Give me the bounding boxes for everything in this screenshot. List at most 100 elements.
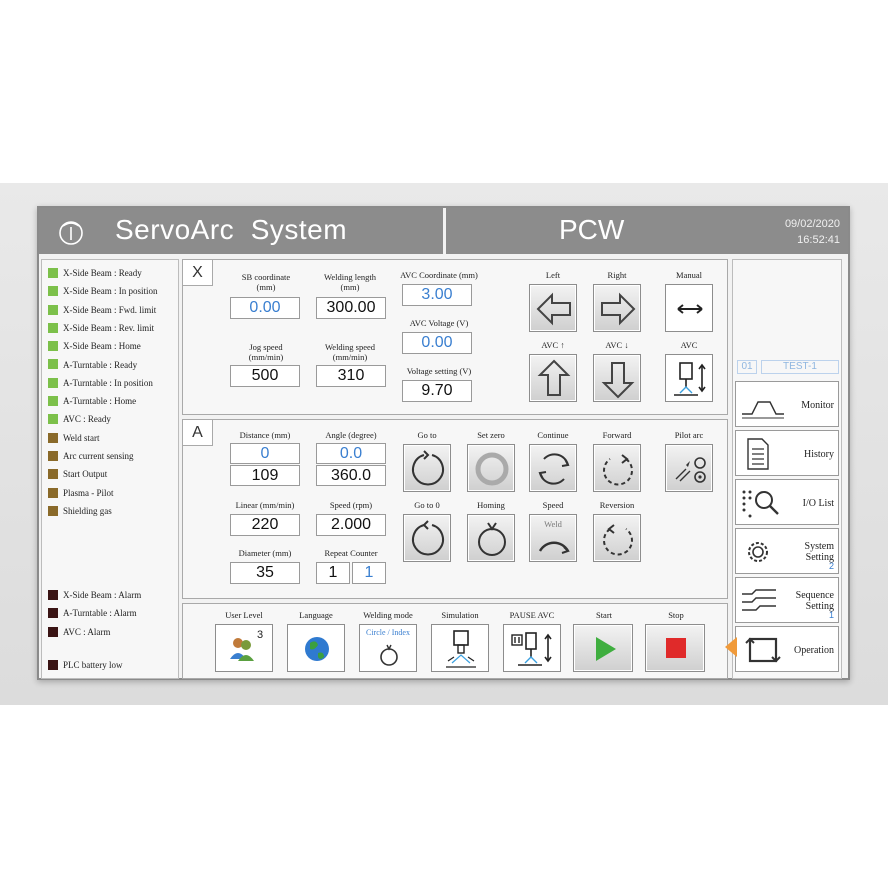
diameter-value[interactable]: 35 <box>230 562 300 584</box>
speed-rpm-label: Speed (rpm) <box>329 500 373 510</box>
distance-value-target[interactable]: 109 <box>230 465 300 486</box>
linear-value[interactable]: 220 <box>230 514 300 536</box>
status-row: Plasma - Pilot <box>48 486 114 500</box>
status-row: X-Side Beam : Alarm <box>48 588 141 602</box>
pause-avc-icon <box>511 632 552 666</box>
play-icon <box>596 637 616 661</box>
status-label: AVC : Alarm <box>63 626 111 637</box>
status-indicator-light <box>48 589 58 600</box>
status-row: X-Side Beam : Home <box>48 339 141 353</box>
nav-io-button[interactable]: I/O List <box>735 479 839 525</box>
status-row: X-Side Beam : In position <box>48 284 158 298</box>
status-indicator-light <box>48 286 58 297</box>
avc-button[interactable] <box>665 354 713 402</box>
avc-down-button[interactable] <box>593 354 641 402</box>
speed-rpm-value[interactable]: 2.000 <box>316 514 386 536</box>
status-panel: X-Side Beam : Ready X-Side Beam : In posi… <box>41 259 179 679</box>
avc-label: AVC <box>680 340 698 350</box>
left-label: Left <box>545 270 561 280</box>
nav-monitor-label: Monitor <box>801 399 834 411</box>
continue-label: Continue <box>537 430 569 440</box>
program-indicator: 01 TEST-1 <box>737 360 839 374</box>
jog-speed-value[interactable]: 500 <box>230 365 300 387</box>
diameter-label: Diameter (mm) <box>238 548 292 558</box>
welding-speed-value[interactable]: 310 <box>316 365 386 387</box>
manual-button[interactable] <box>665 284 713 332</box>
status-label: A-Turntable : Alarm <box>63 608 137 619</box>
homing-button[interactable] <box>467 514 515 562</box>
status-row: PLC battery low <box>48 658 123 672</box>
nav-monitor-button[interactable]: Monitor <box>735 381 839 427</box>
pilot-arc-button[interactable] <box>665 444 713 492</box>
program-name: TEST-1 <box>761 360 839 374</box>
nav-system-button[interactable]: System Setting 2 <box>735 528 839 574</box>
a-axis-tag: A <box>183 420 213 446</box>
goto0-label: Go to 0 <box>414 500 440 510</box>
status-indicator-light <box>48 469 58 480</box>
homing-label: Homing <box>477 500 505 510</box>
avc-coordinate-label: AVC Coordinate (mm) <box>400 270 478 280</box>
reversion-button[interactable] <box>593 514 641 562</box>
status-label: A-Turntable : Home <box>63 396 137 407</box>
status-indicator-light <box>48 359 58 370</box>
double-arrow-icon <box>677 304 703 314</box>
time-text: 16:52:41 <box>797 234 840 246</box>
pause-avc-button[interactable] <box>503 624 561 672</box>
forward-button[interactable] <box>593 444 641 492</box>
angle-label: Angle (degree) <box>325 430 377 440</box>
nav-sequence-badge: 1 <box>828 610 834 620</box>
nav-sequence-button[interactable]: Sequence Setting 1 <box>735 577 839 623</box>
repeat-counter-current[interactable]: 1 <box>316 562 350 584</box>
angle-value-target[interactable]: 360.0 <box>316 465 386 486</box>
goto-button[interactable] <box>403 444 451 492</box>
linear-label: Linear (mm/min) <box>235 500 295 510</box>
avc-voltage-value[interactable]: 0.00 <box>402 332 472 354</box>
avc-coordinate-value[interactable]: 3.00 <box>402 284 472 306</box>
status-label: A-Turntable : Ready <box>63 359 138 370</box>
right-button[interactable] <box>593 284 641 332</box>
angle-value-current[interactable]: 0.0 <box>316 443 386 464</box>
user-level-button[interactable]: 3 <box>215 624 273 672</box>
status-indicator-light <box>48 267 58 278</box>
status-label: Start Output <box>63 469 108 480</box>
status-indicator-light <box>48 414 58 425</box>
status-row: A-Turntable : Alarm <box>48 606 137 620</box>
simulation-button[interactable] <box>431 624 489 672</box>
speed-button[interactable]: Weld <box>529 514 577 562</box>
language-button[interactable] <box>287 624 345 672</box>
nav-operation-button[interactable]: Operation <box>735 626 839 672</box>
left-button[interactable] <box>529 284 577 332</box>
reversion-label: Reversion <box>599 500 635 510</box>
avc-up-button[interactable] <box>529 354 577 402</box>
distance-label: Distance (mm) <box>239 430 291 440</box>
nav-sequence-label: Sequence Setting <box>795 590 834 612</box>
voltage-setting-value[interactable]: 9.70 <box>402 380 472 402</box>
status-label: Plasma - Pilot <box>63 487 114 498</box>
status-label: Arc current sensing <box>63 450 134 461</box>
setzero-button[interactable] <box>467 444 515 492</box>
rotate-goto-icon <box>412 450 444 486</box>
rotate-continue-icon <box>538 453 570 485</box>
right-label: Right <box>607 270 627 280</box>
start-button[interactable] <box>573 624 633 672</box>
status-indicator-light <box>48 626 58 637</box>
nav-history-button[interactable]: History <box>735 430 839 476</box>
sb-coordinate-value[interactable]: 0.00 <box>230 297 300 319</box>
homing-icon <box>478 522 506 556</box>
status-row: A-Turntable : In position <box>48 376 153 390</box>
welding-mode-button[interactable]: Circle / Index <box>359 624 417 672</box>
welding-length-value[interactable]: 300.00 <box>316 297 386 319</box>
datetime: 09/02/2020 16:52:41 <box>785 216 840 248</box>
servoarc-logo-icon <box>59 221 83 245</box>
distance-value-current[interactable]: 0 <box>230 443 300 464</box>
rotate-goto0-icon <box>412 520 444 556</box>
status-indicator-light <box>48 432 58 443</box>
continue-button[interactable] <box>529 444 577 492</box>
x-axis-tag: X <box>183 260 213 286</box>
stop-button[interactable] <box>645 624 705 672</box>
goto0-button[interactable] <box>403 514 451 562</box>
repeat-counter-total[interactable]: 1 <box>352 562 386 584</box>
status-row: Shielding gas <box>48 504 112 518</box>
program-number: 01 <box>737 360 757 374</box>
nav-operation-label: Operation <box>794 644 834 656</box>
